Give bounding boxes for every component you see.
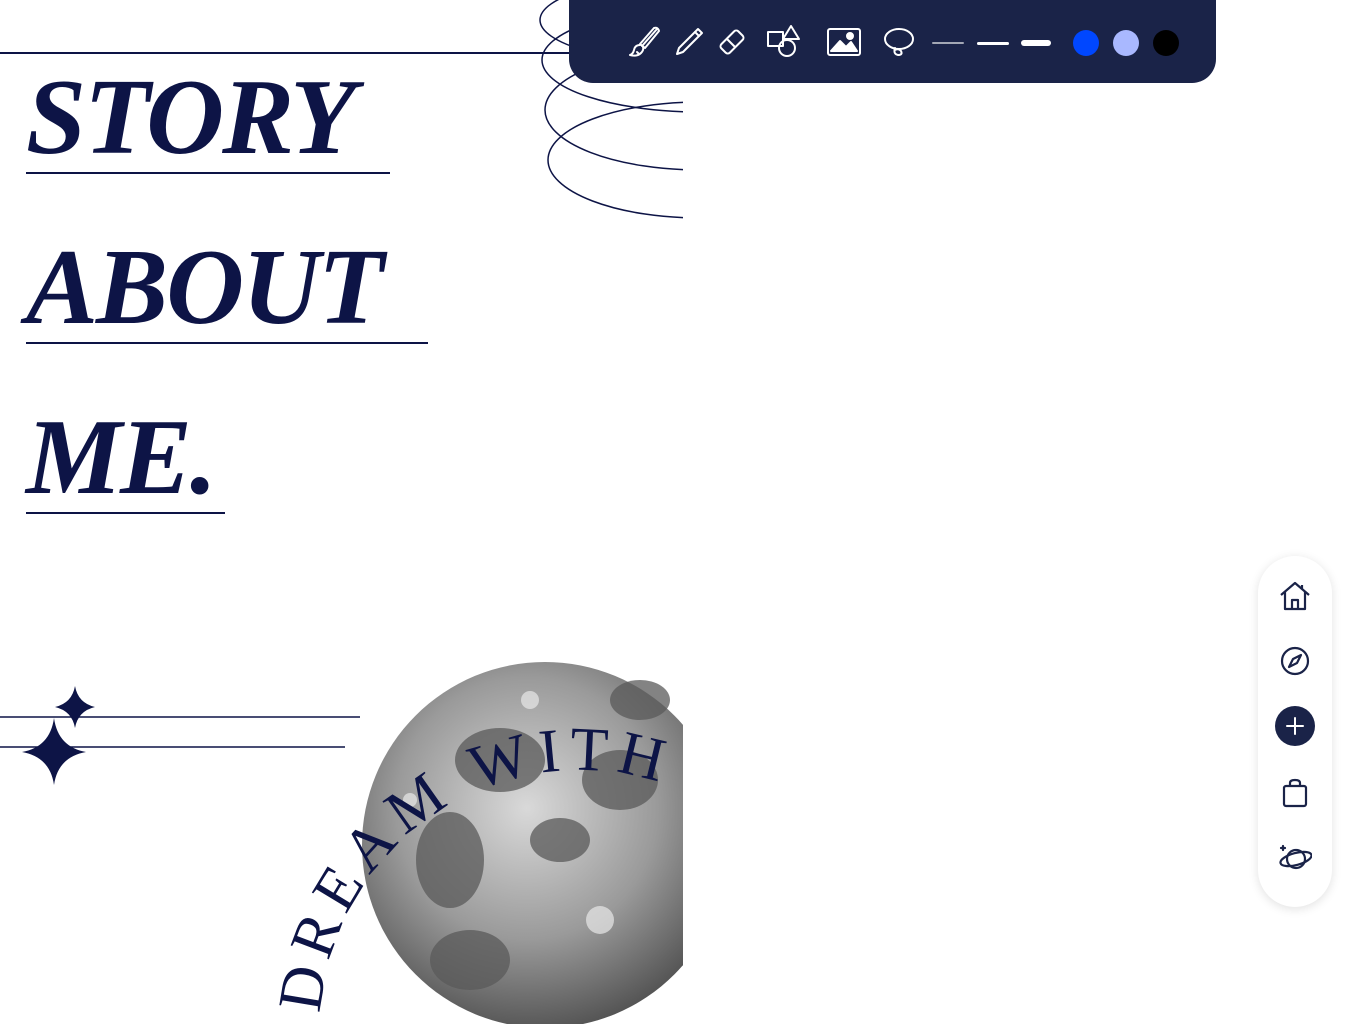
nav-shop-button[interactable] xyxy=(1275,773,1315,813)
moon-emblem: DREAM WITH IRU xyxy=(266,662,683,1024)
pen-icon xyxy=(676,28,703,55)
lasso-tool-button[interactable] xyxy=(879,22,919,62)
nav-explore-button[interactable] xyxy=(1275,641,1315,681)
side-navigation xyxy=(1258,556,1332,907)
drawing-toolbar xyxy=(569,0,1216,83)
color-swatch-lavender[interactable] xyxy=(1113,30,1139,56)
nav-home-button[interactable] xyxy=(1275,576,1315,616)
nav-add-button[interactable] xyxy=(1275,706,1315,746)
home-icon xyxy=(1280,581,1310,611)
lasso-icon xyxy=(884,28,914,57)
color-swatch-black[interactable] xyxy=(1153,30,1179,56)
eraser-icon xyxy=(719,29,745,55)
nav-planet-button[interactable] xyxy=(1275,837,1315,877)
image-icon xyxy=(827,28,861,56)
stroke-thick-option[interactable] xyxy=(1021,38,1051,48)
compass-icon xyxy=(1280,646,1310,676)
shopping-bag-icon xyxy=(1282,778,1308,808)
stroke-thin-option[interactable] xyxy=(932,38,964,48)
eraser-tool-button[interactable] xyxy=(712,22,752,62)
pen-tool-button[interactable] xyxy=(669,22,709,62)
shapes-tool-button[interactable] xyxy=(764,22,804,62)
color-swatch-blue[interactable] xyxy=(1073,30,1099,56)
stroke-medium-option[interactable] xyxy=(977,38,1009,48)
plus-icon xyxy=(1286,717,1304,735)
planet-icon xyxy=(1279,844,1312,870)
poster-page: STORY ABOUT ME. DREAM WITH xyxy=(0,0,683,1024)
brush-tool-button[interactable] xyxy=(625,22,665,62)
shapes-icon xyxy=(767,25,800,57)
brush-icon xyxy=(629,26,660,57)
image-tool-button[interactable] xyxy=(824,22,864,62)
